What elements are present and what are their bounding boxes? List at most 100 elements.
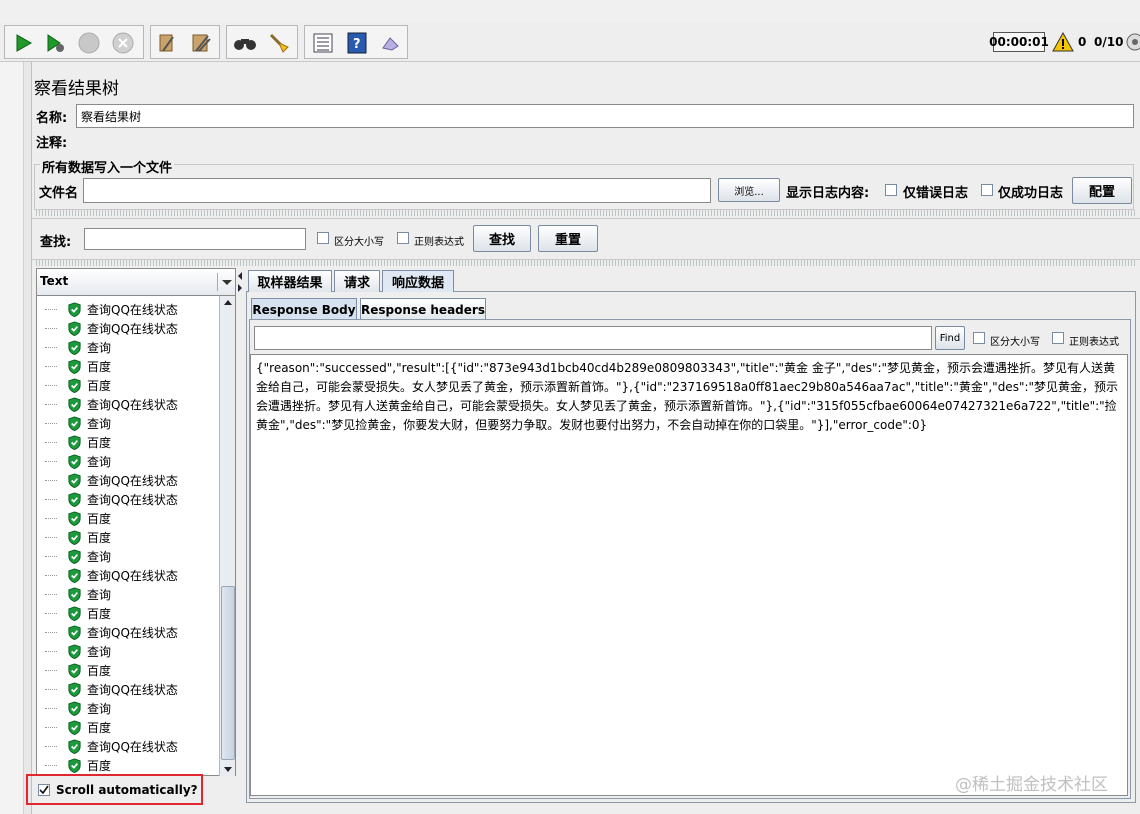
tree-item[interactable]: 查询QQ在线状态 xyxy=(37,680,178,699)
stop-icon[interactable] xyxy=(75,30,103,56)
tree-list: 查询QQ在线状态 查询QQ在线状态 查询 百度 百度 查询QQ在线状态 查询 百度 查询 查询QQ… xyxy=(37,299,219,776)
response-find-input[interactable] xyxy=(254,326,932,350)
tree-item[interactable]: 查询QQ在线状态 xyxy=(37,490,178,509)
reset-button[interactable]: 重置 xyxy=(538,225,598,252)
browse-button[interactable]: 浏览... xyxy=(718,178,780,202)
success-shield-icon xyxy=(68,720,81,735)
renderer-selected: Text xyxy=(40,274,69,288)
tree-item[interactable]: 百度 xyxy=(37,433,111,452)
renderer-select[interactable]: Text xyxy=(36,268,236,296)
tree-item[interactable]: 百度 xyxy=(37,376,111,395)
play-icon[interactable] xyxy=(9,30,37,56)
tab-request[interactable]: 请求 xyxy=(334,270,380,292)
tree-connector xyxy=(45,366,57,367)
tree-item-label: 查询QQ在线状态 xyxy=(87,740,178,754)
scroll-automatically-checkbox[interactable] xyxy=(38,783,50,796)
tree-item[interactable]: 查询 xyxy=(37,585,111,604)
configure-button[interactable]: 配置 xyxy=(1072,177,1132,204)
success-shield-icon xyxy=(68,625,81,640)
split-pane-divider[interactable] xyxy=(24,62,32,814)
scroll-down-icon[interactable] xyxy=(221,762,235,776)
success-shield-icon xyxy=(68,511,81,526)
tree-item[interactable]: 查询QQ在线状态 xyxy=(37,471,178,490)
tree-connector xyxy=(45,670,57,671)
tab-response-data[interactable]: 响应数据 xyxy=(382,270,454,292)
tree-item[interactable]: 查询 xyxy=(37,699,111,718)
success-shield-icon xyxy=(68,492,81,507)
tree-item[interactable]: 查询 xyxy=(37,642,111,661)
errors-only-label: 仅错误日志 xyxy=(903,186,969,201)
success-only-checkbox[interactable] xyxy=(981,184,993,196)
tree-item[interactable]: 查询QQ在线状态 xyxy=(37,623,178,642)
tree-connector xyxy=(45,442,57,443)
tree-item[interactable]: 查询QQ在线状态 xyxy=(37,319,178,338)
success-shield-icon xyxy=(68,435,81,450)
tree-item[interactable]: 查询 xyxy=(37,414,111,433)
tree-item[interactable]: 查询 xyxy=(37,338,111,357)
panel-title: 察看结果树 xyxy=(34,79,119,99)
tree-item[interactable]: 百度 xyxy=(37,661,111,680)
response-case-checkbox[interactable] xyxy=(973,332,985,344)
search-button[interactable]: 查找 xyxy=(473,225,531,252)
response-regex-checkbox[interactable] xyxy=(1052,332,1064,344)
shutdown-icon[interactable] xyxy=(109,30,137,56)
tree-item[interactable]: 查询QQ在线状态 xyxy=(37,566,178,585)
tree-item[interactable]: 百度 xyxy=(37,509,111,528)
tab-response-body[interactable]: Response Body xyxy=(251,298,357,320)
tree-connector xyxy=(45,632,57,633)
tree-item[interactable]: 百度 xyxy=(37,357,111,376)
scroll-automatically-box[interactable]: Scroll automatically? xyxy=(26,774,203,805)
search-input[interactable] xyxy=(84,228,306,250)
success-only-label: 仅成功日志 xyxy=(998,186,1064,201)
toolbar: ? 00:00:01 0 0/10 xyxy=(0,22,1140,62)
name-field[interactable]: 察看结果树 xyxy=(76,104,1134,128)
success-shield-icon xyxy=(68,568,81,583)
splitter-middle[interactable] xyxy=(36,260,1136,266)
tree-item[interactable]: 查询QQ在线状态 xyxy=(37,395,178,414)
tree-item[interactable]: 查询QQ在线状态 xyxy=(37,300,178,319)
tree-connector xyxy=(45,499,57,500)
search-icon[interactable] xyxy=(231,30,259,56)
tree-item-label: 查询 xyxy=(87,341,112,355)
function-helper-icon[interactable] xyxy=(309,30,337,56)
tree-item[interactable]: 百度 xyxy=(37,718,111,737)
case-sensitive-checkbox[interactable] xyxy=(317,232,329,244)
tab-response-headers[interactable]: Response headers xyxy=(360,298,486,320)
clear-all-icon[interactable] xyxy=(187,30,215,56)
splitter-top[interactable] xyxy=(36,210,1136,216)
tree-connector xyxy=(45,613,57,614)
filename-field[interactable] xyxy=(83,178,711,203)
reset-search-icon[interactable] xyxy=(265,30,293,56)
tree-item[interactable]: 查询 xyxy=(37,547,111,566)
tree-connector xyxy=(45,328,57,329)
tree-splitter[interactable] xyxy=(236,268,244,798)
tree-item[interactable]: 百度 xyxy=(37,528,111,547)
scroll-thumb[interactable] xyxy=(221,586,235,760)
tree-item-label: 查询QQ在线状态 xyxy=(87,683,178,697)
remote-icon[interactable] xyxy=(377,30,405,56)
clear-icon[interactable] xyxy=(153,30,181,56)
status-gear-icon[interactable] xyxy=(1125,32,1140,55)
watermark: @稀土掘金技术社区 xyxy=(955,775,1108,795)
tree-item[interactable]: 查询QQ在线状态 xyxy=(37,737,178,756)
response-find-button[interactable]: Find xyxy=(935,326,965,350)
warning-icon[interactable] xyxy=(1052,31,1074,55)
help-icon[interactable]: ? xyxy=(343,30,371,56)
tree-item-label: 查询QQ在线状态 xyxy=(87,474,178,488)
play-no-pause-icon[interactable] xyxy=(41,30,69,56)
comment-field[interactable] xyxy=(76,129,1134,153)
tree-scrollbar[interactable] xyxy=(219,296,235,776)
thread-count: 0/10 xyxy=(1094,35,1124,49)
scroll-up-icon[interactable] xyxy=(221,296,235,310)
regex-checkbox[interactable] xyxy=(397,232,409,244)
success-shield-icon xyxy=(68,302,81,317)
tree-item[interactable]: 查询 xyxy=(37,452,111,471)
chevron-down-icon[interactable] xyxy=(217,273,235,291)
tab-sampler-result[interactable]: 取样器结果 xyxy=(248,270,332,292)
response-body-text[interactable]: {"reason":"successed","result":[{"id":"8… xyxy=(250,354,1128,796)
success-shield-icon xyxy=(68,739,81,754)
errors-only-checkbox[interactable] xyxy=(885,184,897,196)
tree-item[interactable]: 百度 xyxy=(37,604,111,623)
svg-text:?: ? xyxy=(353,37,361,52)
tree-item[interactable]: 百度 xyxy=(37,756,111,775)
